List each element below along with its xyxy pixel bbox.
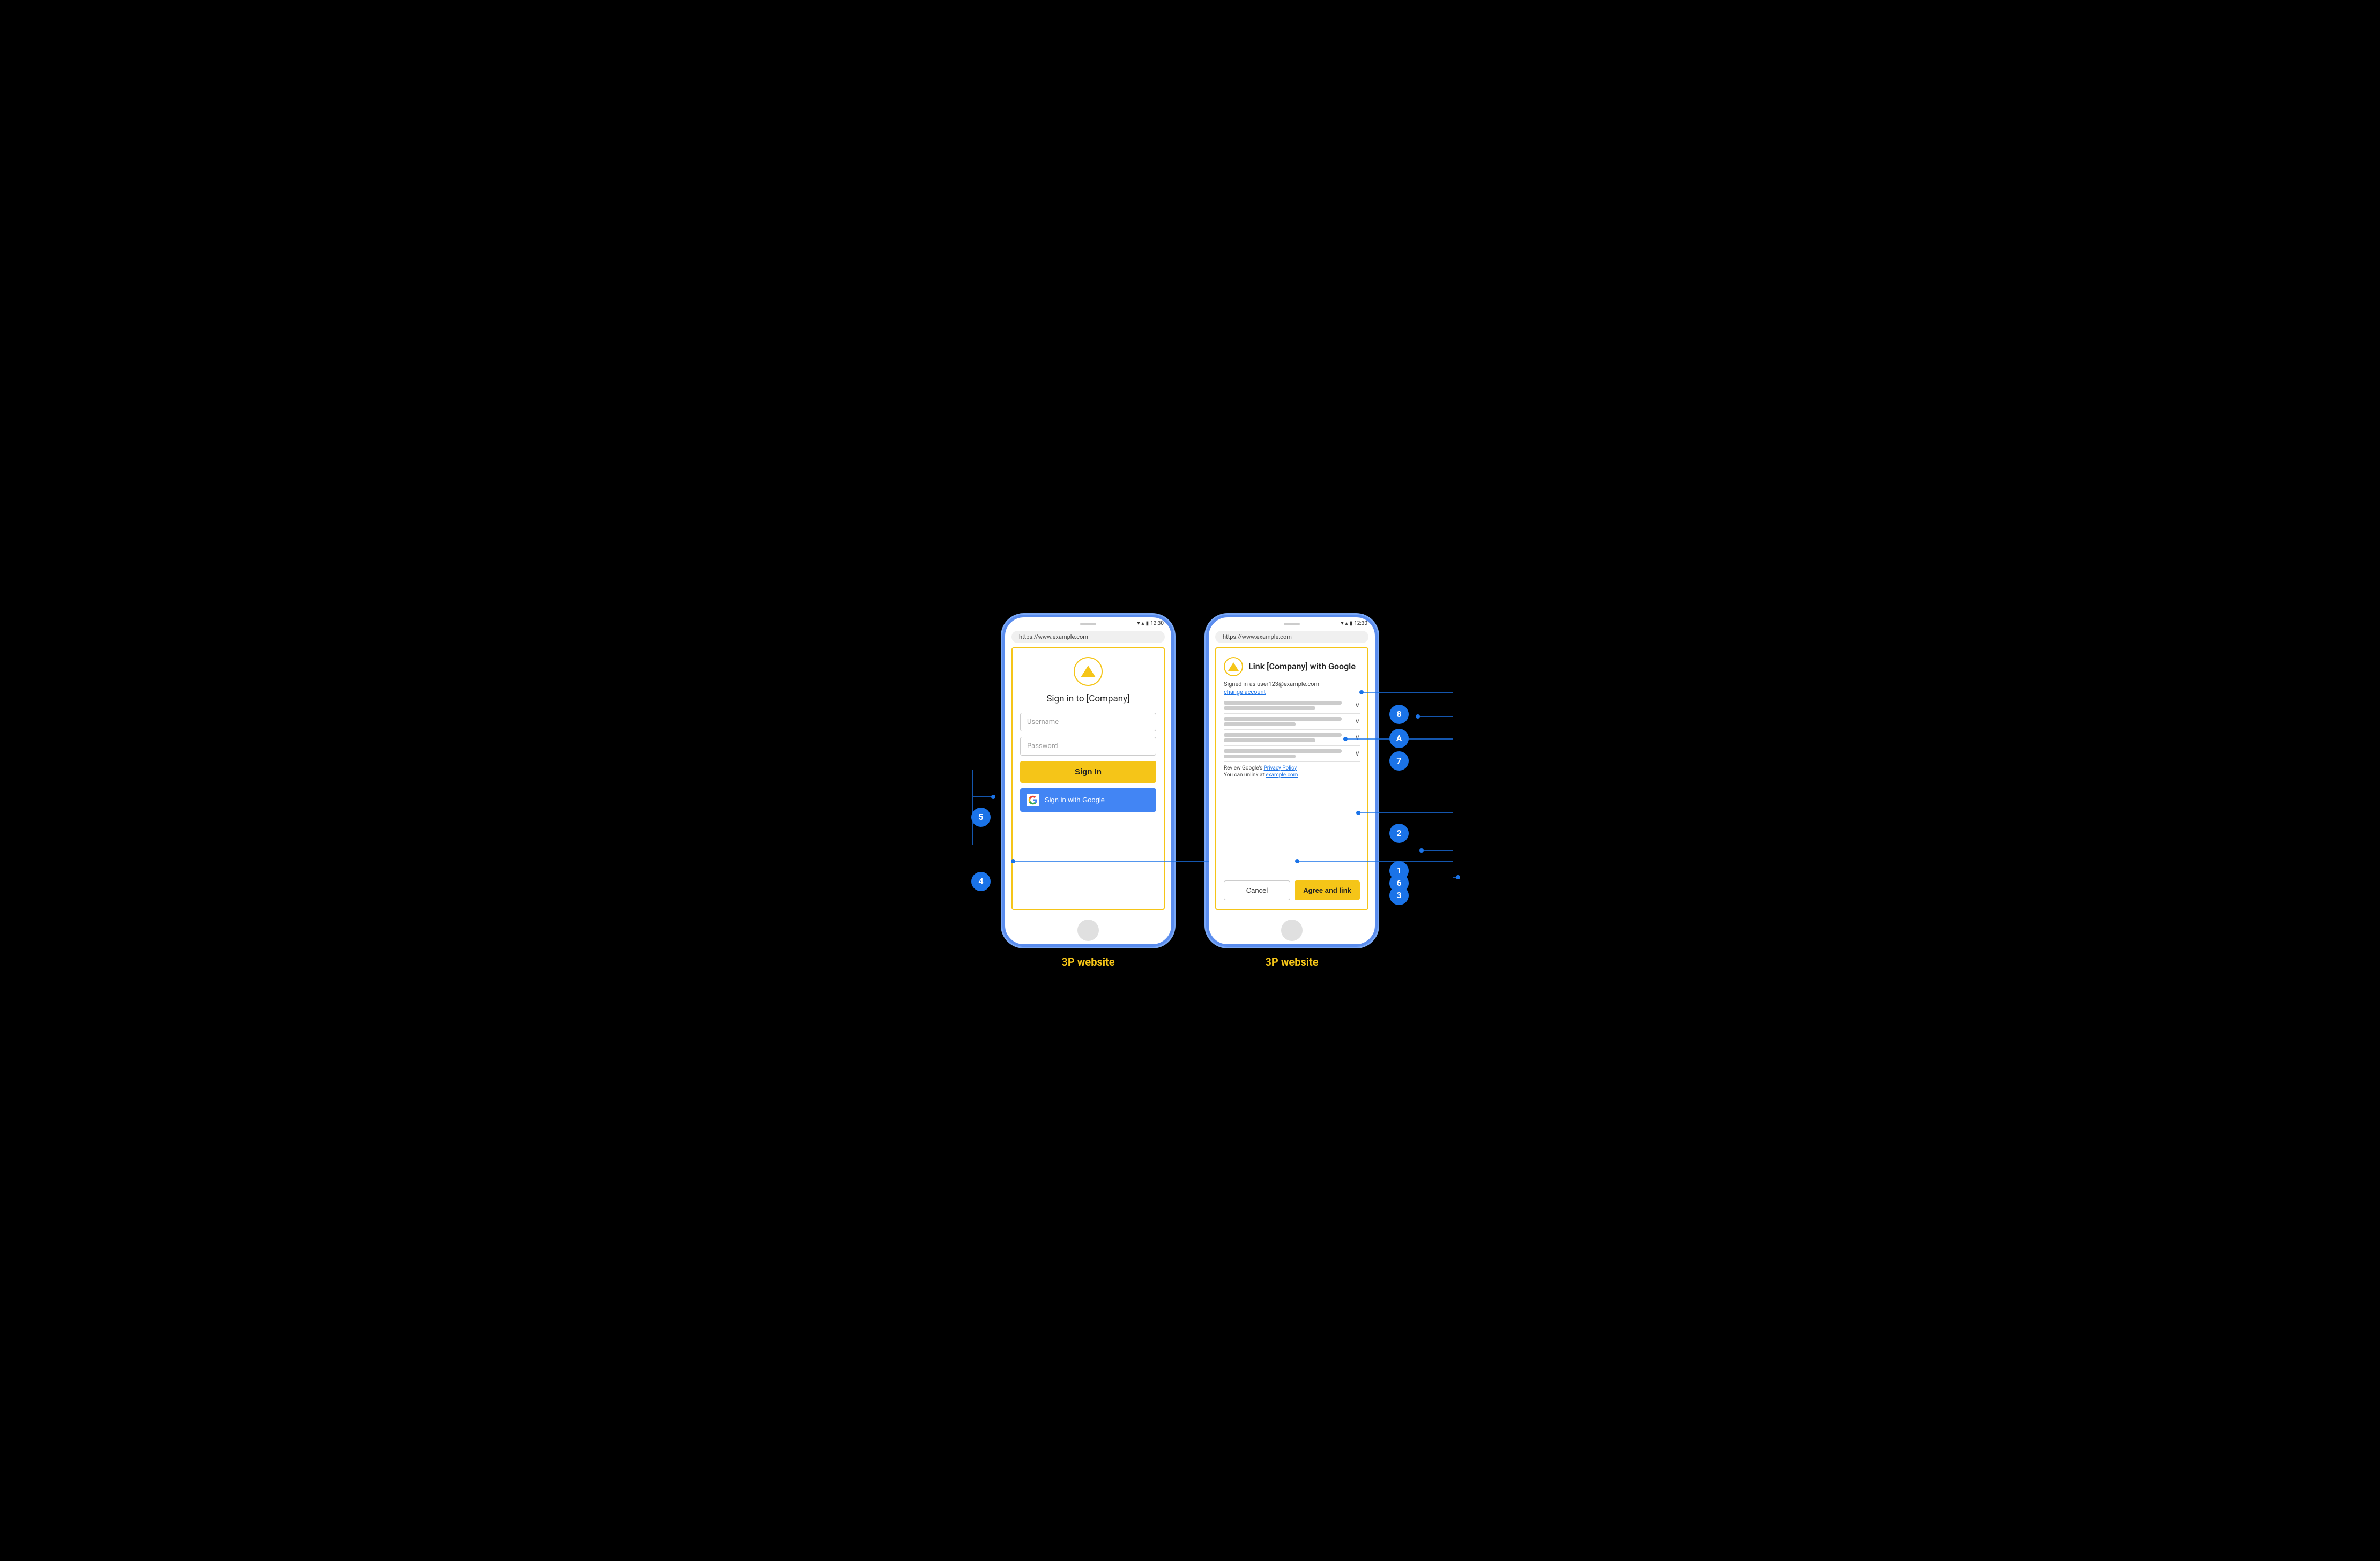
perm-line <box>1224 701 1342 705</box>
right-wifi-icon: ▾ <box>1341 621 1344 626</box>
divider-1 <box>1224 713 1360 714</box>
password-input[interactable]: Password <box>1020 737 1156 756</box>
left-url-bar: https://www.example.com <box>1011 631 1165 643</box>
left-sign-in-title: Sign in to [Company] <box>1046 693 1129 704</box>
username-placeholder: Username <box>1027 718 1059 726</box>
action-row: Cancel Agree and link <box>1224 880 1360 900</box>
perm-line <box>1224 722 1296 726</box>
right-battery-icon: ▮ <box>1350 621 1353 626</box>
left-status-bar: ▾ ▴ ▮ 12:30 <box>1005 617 1171 629</box>
callout-8: 8 <box>1389 705 1409 724</box>
callout-7: 7 <box>1389 751 1409 771</box>
perm-line <box>1224 738 1315 742</box>
chevron-icon-2[interactable]: ∨ <box>1355 718 1360 726</box>
agree-link-button[interactable]: Agree and link <box>1295 880 1360 900</box>
callout-3: 3 <box>1389 886 1409 905</box>
right-phone: ▾ ▴ ▮ 12:30 https://www.example.com <box>1206 615 1378 947</box>
perm-line <box>1224 755 1296 758</box>
callout-5: 5 <box>971 808 991 827</box>
perm-line <box>1224 706 1315 710</box>
battery-icon: ▮ <box>1146 621 1149 626</box>
perm-lines-2 <box>1224 717 1355 726</box>
permission-row-4: ∨ <box>1224 749 1360 758</box>
change-account-link[interactable]: change account <box>1224 689 1360 696</box>
perm-lines-1 <box>1224 701 1355 710</box>
divider-4 <box>1224 761 1360 762</box>
divider-3 <box>1224 745 1360 746</box>
policy-text: Review Google's Privacy Policy <box>1224 765 1360 771</box>
left-phone-label: 3P website <box>1061 955 1114 968</box>
chevron-icon-3[interactable]: ∨ <box>1355 734 1360 742</box>
wifi-icon: ▾ <box>1137 621 1140 626</box>
right-time: 12:30 <box>1354 621 1367 626</box>
signal-icon: ▴ <box>1142 621 1144 626</box>
link-header: Link [Company] with Google <box>1224 657 1360 676</box>
google-g-icon <box>1028 795 1038 805</box>
left-home-button[interactable] <box>1077 920 1099 941</box>
permission-row-2: ∨ <box>1224 717 1360 726</box>
unlink-link[interactable]: example.com <box>1266 772 1298 778</box>
privacy-policy-link[interactable]: Privacy Policy <box>1263 765 1297 771</box>
right-phone-shell: ▾ ▴ ▮ 12:30 https://www.example.com <box>1206 615 1378 947</box>
right-phone-content: Link [Company] with Google Signed in as … <box>1215 647 1368 910</box>
callout-2: 2 <box>1389 824 1409 843</box>
perm-line <box>1224 749 1342 753</box>
callout-4: 4 <box>971 872 991 891</box>
google-sign-in-button[interactable]: Sign in with Google <box>1020 788 1156 812</box>
permission-row-3: ∨ <box>1224 733 1360 742</box>
perm-line <box>1224 717 1342 721</box>
perm-lines-4 <box>1224 749 1355 758</box>
right-phone-label: 3P website <box>1265 955 1318 968</box>
chevron-icon-1[interactable]: ∨ <box>1355 701 1360 709</box>
callout-A: A <box>1389 729 1409 748</box>
left-company-logo <box>1074 657 1103 686</box>
chevron-icon-4[interactable]: ∨ <box>1355 750 1360 758</box>
left-phone-content: Sign in to [Company] Username Password S… <box>1011 647 1165 910</box>
username-input[interactable]: Username <box>1020 713 1156 731</box>
link-title: Link [Company] with Google <box>1248 661 1356 671</box>
divider-2 <box>1224 729 1360 730</box>
google-icon-wrap <box>1027 794 1039 806</box>
right-company-logo <box>1224 657 1243 676</box>
diagram: ▾ ▴ ▮ 12:30 https://www.example.com <box>895 588 1485 974</box>
signed-in-text: Signed in as user123@example.com <box>1224 681 1360 688</box>
right-url-text: https://www.example.com <box>1223 633 1292 640</box>
right-status-bar: ▾ ▴ ▮ 12:30 <box>1209 617 1375 629</box>
right-triangle-icon <box>1228 662 1239 671</box>
password-placeholder: Password <box>1027 742 1058 750</box>
permission-row-1: ∨ <box>1224 701 1360 710</box>
left-url-text: https://www.example.com <box>1019 633 1088 640</box>
perm-line <box>1224 733 1342 737</box>
left-phone: ▾ ▴ ▮ 12:30 https://www.example.com <box>1002 615 1174 947</box>
triangle-icon <box>1081 666 1096 677</box>
right-signal-icon: ▴ <box>1345 621 1348 626</box>
right-url-bar: https://www.example.com <box>1215 631 1368 643</box>
sign-in-button[interactable]: Sign In <box>1020 761 1156 783</box>
perm-lines-3 <box>1224 733 1355 742</box>
right-home-button[interactable] <box>1281 920 1303 941</box>
left-phone-shell: ▾ ▴ ▮ 12:30 https://www.example.com <box>1002 615 1174 947</box>
cancel-button[interactable]: Cancel <box>1224 880 1290 900</box>
google-btn-label: Sign in with Google <box>1045 796 1105 804</box>
unlink-text: You can unlink at example.com <box>1224 772 1360 778</box>
left-time: 12:30 <box>1150 621 1164 626</box>
